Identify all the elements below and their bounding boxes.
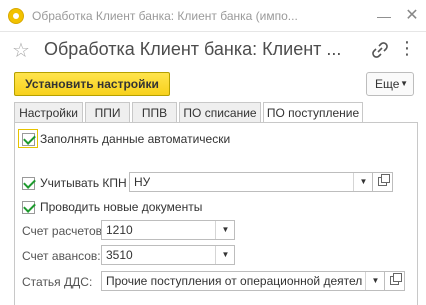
open-icon (378, 174, 390, 186)
tab-settings[interactable]: Настройки (14, 102, 83, 123)
dds-open-button[interactable] (385, 271, 405, 291)
chevron-down-icon[interactable]: ▼ (215, 246, 235, 264)
chevron-down-icon[interactable]: ▼ (353, 173, 373, 191)
new-docs-label: Проводить новые документы (40, 200, 203, 214)
window-titlebar: Обработка Клиент банка: Клиент банка (им… (0, 0, 426, 32)
new-docs-checkbox[interactable] (22, 201, 35, 214)
kpn-value: НУ (134, 175, 151, 189)
settlements-label: Счет расчетов: (22, 224, 106, 238)
advances-account-field[interactable]: 3510 ▼ (101, 245, 235, 265)
page-title: Обработка Клиент банка: Клиент ... (44, 39, 342, 59)
tab-ppi[interactable]: ППИ (85, 102, 130, 123)
auto-fill-label: Заполнять данные автоматически (40, 132, 231, 146)
star-icon[interactable]: ☆ (12, 38, 30, 63)
auto-fill-checkbox[interactable] (22, 133, 35, 146)
tab-po-debit[interactable]: ПО списание (179, 102, 261, 123)
app-logo-icon (8, 8, 24, 24)
tab-ppv[interactable]: ППВ (132, 102, 177, 123)
more-vertical-icon[interactable]: ⋮ (398, 38, 416, 58)
open-icon (390, 273, 402, 285)
more-button[interactable]: Еще ▼ (366, 72, 414, 96)
dds-label: Статья ДДС: (22, 275, 93, 289)
close-button[interactable]: ✕ (402, 6, 422, 26)
chevron-down-icon[interactable]: ▼ (215, 221, 235, 239)
chevron-down-icon[interactable]: ▼ (365, 272, 385, 290)
advances-label: Счет авансов: (22, 249, 101, 263)
advances-value: 3510 (106, 248, 133, 262)
link-icon[interactable] (370, 40, 390, 60)
tab-po-credit[interactable]: ПО поступление (263, 102, 363, 124)
apply-settings-button[interactable]: Установить настройки (14, 72, 170, 96)
window-title: Обработка Клиент банка: Клиент банка (им… (32, 9, 298, 23)
kpn-select[interactable]: НУ ▼ (129, 172, 373, 192)
settlements-account-field[interactable]: 1210 ▼ (101, 220, 235, 240)
kpn-checkbox[interactable] (22, 177, 35, 190)
minimize-button[interactable]: — (374, 6, 394, 26)
more-button-label: Еще (375, 77, 400, 91)
kpn-open-button[interactable] (373, 172, 393, 192)
chevron-down-icon: ▼ (400, 79, 408, 88)
settlements-value: 1210 (106, 223, 133, 237)
dds-select[interactable]: Прочие поступления от операционной деяте… (101, 271, 385, 291)
form-header: ☆ Обработка Клиент банка: Клиент ... ⋮ (0, 32, 426, 68)
kpn-label: Учитывать КПН (40, 176, 127, 190)
dds-value: Прочие поступления от операционной деяте… (106, 274, 362, 288)
